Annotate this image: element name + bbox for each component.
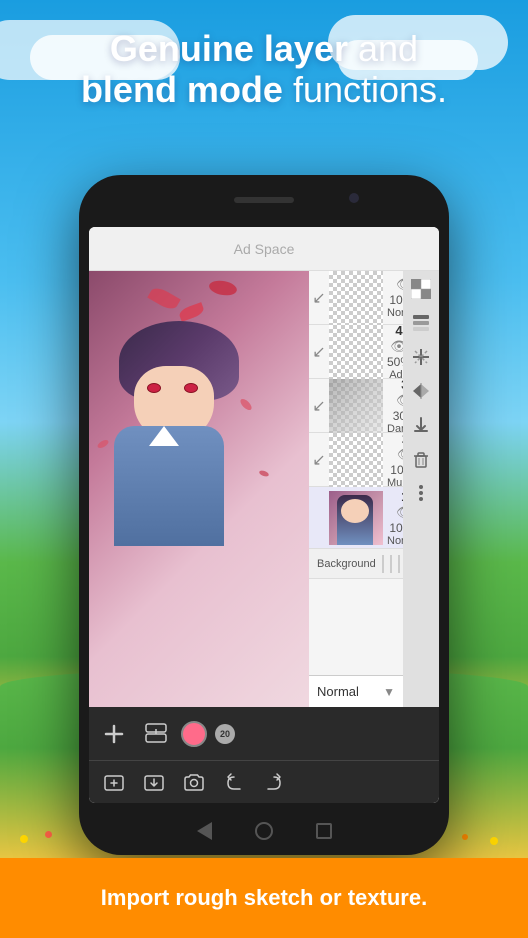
header-genuine-bold: Genuine layer — [110, 28, 348, 69]
layer-thumb-3-overlay — [329, 379, 383, 433]
transform-icon[interactable] — [407, 343, 435, 371]
header-and: and — [358, 28, 418, 69]
layer-thumb-top — [329, 271, 383, 325]
petal-1 — [147, 285, 180, 313]
phone-nav — [194, 821, 334, 841]
layer-info-3: 3 👁 30% Darken — [383, 375, 403, 437]
layer-mode-top: Normal — [387, 307, 403, 319]
undo-button[interactable] — [217, 765, 251, 799]
canvas-area — [89, 271, 309, 707]
layers-panel: ↙ 👁 100% Normal ↙ 4 👁 50% — [309, 271, 403, 675]
layer-pct-top: 100% — [389, 293, 403, 307]
layer-eye-3: 👁 — [396, 392, 403, 409]
flower-2 — [45, 831, 52, 838]
layer-thumb-2 — [329, 433, 383, 487]
header-blend-bold: blend mode — [81, 69, 283, 110]
bg-white-swatch[interactable] — [382, 555, 384, 573]
layer-info-top: 👁 100% Normal — [383, 274, 403, 321]
layer-row-3[interactable]: ↙ 3 👁 30% Darken — [309, 379, 403, 433]
bg-checker-swatch[interactable] — [390, 555, 392, 573]
layer-thumb-1 — [329, 491, 383, 545]
nav-home-button[interactable] — [254, 821, 274, 841]
blend-mode-bar[interactable]: Normal ▼ — [309, 675, 403, 707]
eye-right — [184, 383, 198, 393]
layer-row-2[interactable]: ↙ 2 👁 100% Multiply — [309, 433, 403, 487]
layer-mode-1: Normal — [387, 535, 403, 547]
color-picker[interactable] — [181, 721, 207, 747]
petal-5 — [96, 438, 109, 449]
checkerboard-icon[interactable] — [407, 275, 435, 303]
redo-button[interactable] — [257, 765, 291, 799]
phone-screen: Ad Space — [89, 227, 439, 803]
header-text: Genuine layer and blend mode functions. — [0, 28, 528, 111]
petal-3 — [208, 279, 238, 298]
layer-eye-1: 👁 — [396, 504, 403, 521]
layer-arrow-2: ↙ — [309, 450, 329, 470]
petal-6 — [258, 469, 269, 477]
screen-content: Ad Space — [89, 227, 439, 803]
layer-pct-3: 30% — [393, 409, 403, 423]
nav-back-button[interactable] — [194, 821, 214, 841]
bottom-banner: Import rough sketch or texture. — [0, 858, 528, 938]
flower-4 — [462, 834, 468, 840]
layer-num-4: 4 — [395, 323, 402, 338]
petal-2 — [178, 302, 206, 322]
brush-size-value: 20 — [220, 729, 230, 739]
blend-mode-arrow: ▼ — [383, 685, 395, 699]
layer-info-2: 2 👁 100% Multiply — [383, 429, 403, 491]
move-layers-icon[interactable] — [407, 309, 435, 337]
import-button[interactable] — [137, 765, 171, 799]
layer-eye-icon: 👁 — [396, 276, 403, 293]
petal-4 — [239, 397, 254, 412]
layer-pct-4: 50% — [387, 355, 403, 369]
layer-eye-4: 👁 — [390, 338, 403, 355]
background-row[interactable]: Background — [309, 549, 403, 579]
toolbar-row-1: 20 — [89, 707, 439, 760]
import-icon[interactable] — [407, 411, 435, 439]
layer-row-1[interactable]: 1 👁 100% Normal — [309, 487, 403, 549]
new-layer-button[interactable] — [97, 765, 131, 799]
bg-dark-swatch[interactable] — [398, 555, 400, 573]
layer-pct-2: 100% — [390, 463, 403, 477]
more-options-icon[interactable] — [407, 479, 435, 507]
camera-button[interactable] — [177, 765, 211, 799]
ad-space-banner: Ad Space — [89, 227, 439, 271]
ad-space-label: Ad Space — [234, 241, 295, 257]
layer-pct-1: 100% — [389, 521, 403, 535]
layer-info-4: 4 👁 50% Add — [383, 321, 403, 383]
phone-camera — [349, 193, 359, 203]
flower-3 — [490, 837, 498, 845]
bottom-banner-text: Import rough sketch or texture. — [101, 885, 427, 911]
layer-row-top[interactable]: ↙ 👁 100% Normal — [309, 271, 403, 325]
brush-size[interactable]: 20 — [215, 724, 235, 744]
layer-thumb-4 — [329, 325, 383, 379]
flower-1 — [20, 835, 28, 843]
layer-row-4[interactable]: ↙ 4 👁 50% Add — [309, 325, 403, 379]
blend-mode-label: Normal — [317, 684, 359, 699]
delete-icon[interactable] — [407, 445, 435, 473]
add-layer-button[interactable] — [97, 717, 131, 751]
flip-icon[interactable] — [407, 377, 435, 405]
layer-thumb-3 — [329, 379, 383, 433]
phone-frame: Ad Space — [79, 175, 449, 855]
bottom-toolbar: 20 — [89, 707, 439, 803]
merge-layers-button[interactable] — [139, 717, 173, 751]
nav-recent-button[interactable] — [314, 821, 334, 841]
right-sidebar — [403, 271, 439, 707]
anime-drawing — [89, 271, 309, 707]
layer-info-1: 1 👁 100% Normal — [383, 487, 403, 549]
phone-speaker — [234, 197, 294, 203]
layer-arrow-4: ↙ — [309, 342, 329, 362]
eye-left — [147, 383, 161, 393]
toolbar-row-2 — [89, 760, 439, 803]
header-functions: functions. — [293, 69, 447, 110]
layer1-face — [341, 499, 369, 523]
layer-arrow: ↙ — [309, 288, 329, 308]
layer-arrow-3: ↙ — [309, 396, 329, 416]
bg-label: Background — [317, 558, 376, 570]
